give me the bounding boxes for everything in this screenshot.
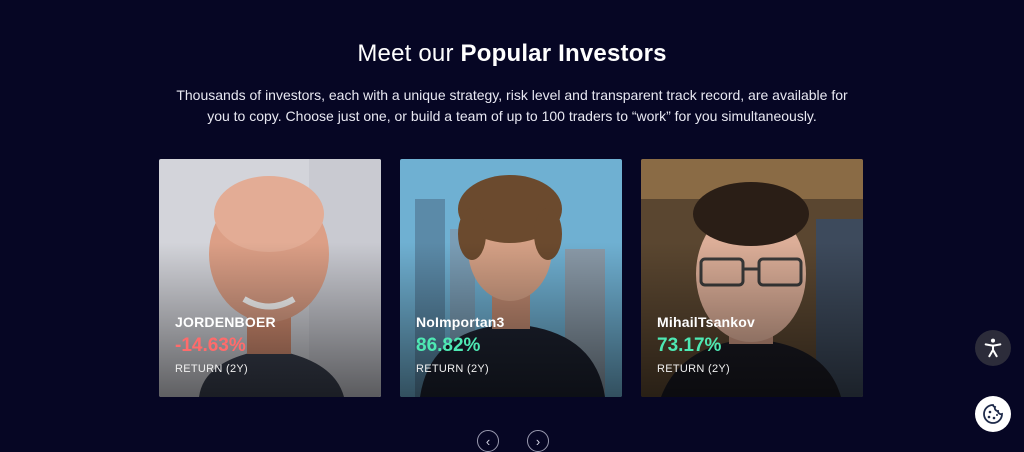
cookie-icon [983, 404, 1003, 424]
investor-name: NoImportan3 [416, 314, 505, 330]
carousel-next-button[interactable]: › [527, 430, 549, 452]
investor-cards: JORDENBOER -14.63% RETURN (2Y) NoImporta… [159, 159, 864, 397]
investor-card-noimportan3[interactable]: NoImportan3 86.82% RETURN (2Y) [400, 159, 622, 397]
return-label: RETURN (2Y) [416, 363, 489, 375]
chevron-right-icon: › [535, 433, 541, 449]
investor-return: -14.63% [175, 335, 246, 356]
investor-info: NoImportan3 86.82% RETURN (2Y) [416, 314, 505, 375]
accessibility-icon [984, 338, 1002, 358]
investor-info: MihailTsankov 73.17% RETURN (2Y) [657, 314, 755, 375]
carousel-prev-button[interactable]: ‹ [477, 430, 499, 452]
description-line-2: you to copy. Choose just one, or build a… [207, 108, 817, 124]
return-label: RETURN (2Y) [175, 363, 248, 375]
investor-return: 73.17% [657, 335, 722, 356]
accessibility-button[interactable] [975, 330, 1011, 366]
chevron-left-icon: ‹ [485, 433, 491, 449]
cookie-settings-button[interactable] [975, 396, 1011, 432]
return-label: RETURN (2Y) [657, 363, 730, 375]
investor-return: 86.82% [416, 335, 481, 356]
heading-bold: Popular Investors [460, 40, 667, 67]
description-line-1: Thousands of investors, each with a uniq… [176, 87, 848, 103]
investor-card-mihailtsankov[interactable]: MihailTsankov 73.17% RETURN (2Y) [641, 159, 863, 397]
section-description: Thousands of investors, each with a uniq… [150, 85, 874, 127]
investor-name: JORDENBOER [175, 314, 276, 330]
investor-name: MihailTsankov [657, 314, 756, 330]
section-heading: Meet our Popular Investors [0, 40, 1024, 68]
investor-card-jordenboer[interactable]: JORDENBOER -14.63% RETURN (2Y) [159, 159, 381, 397]
heading-light: Meet our [357, 40, 461, 67]
investor-info: JORDENBOER -14.63% RETURN (2Y) [175, 314, 276, 375]
